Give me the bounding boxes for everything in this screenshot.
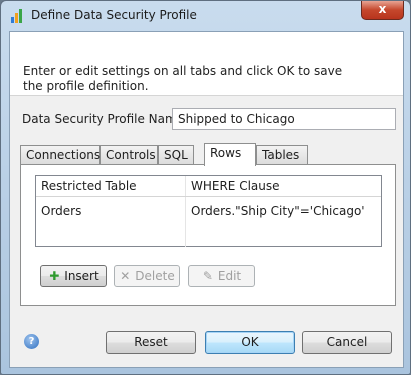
insert-label: Insert bbox=[64, 269, 99, 283]
window-title: Define Data Security Profile bbox=[31, 8, 197, 22]
help-icon[interactable]: ? bbox=[24, 334, 39, 349]
dialog-body: Enter or edit settings on all tabs and c… bbox=[9, 31, 404, 368]
close-button[interactable]: x bbox=[361, 1, 404, 20]
tab-rows[interactable]: Rows bbox=[204, 143, 256, 166]
instruction-text: Enter or edit settings on all tabs and c… bbox=[23, 64, 343, 93]
plus-icon: ✚ bbox=[49, 269, 60, 283]
edit-button[interactable]: ✎ Edit bbox=[188, 265, 255, 287]
tab-sql[interactable]: SQL bbox=[158, 145, 194, 164]
dialog-window: Define Data Security Profile x Enter or … bbox=[0, 0, 411, 375]
edit-label: Edit bbox=[217, 269, 242, 283]
insert-button[interactable]: ✚ Insert bbox=[40, 265, 107, 287]
title-bar[interactable]: Define Data Security Profile x bbox=[1, 1, 410, 31]
delete-x-icon: ✕ bbox=[120, 269, 131, 283]
table-row[interactable]: Orders Orders."Ship City"='Chicago' bbox=[36, 197, 381, 247]
instruction-banner: Enter or edit settings on all tabs and c… bbox=[10, 32, 403, 96]
reset-button[interactable]: Reset bbox=[106, 331, 196, 354]
tab-connections[interactable]: Connections bbox=[20, 145, 100, 164]
cell-where-clause[interactable]: Orders."Ship City"='Chicago' bbox=[186, 197, 381, 247]
column-header-restricted-table[interactable]: Restricted Table bbox=[36, 176, 186, 196]
tab-controls[interactable]: Controls bbox=[100, 145, 158, 164]
column-header-where-clause[interactable]: WHERE Clause bbox=[186, 176, 381, 196]
delete-button[interactable]: ✕ Delete bbox=[114, 265, 180, 287]
ok-button[interactable]: OK bbox=[205, 331, 295, 354]
grid-header: Restricted Table WHERE Clause bbox=[36, 176, 381, 197]
profile-name-label: Data Security Profile Name bbox=[22, 112, 185, 126]
cell-restricted-table[interactable]: Orders bbox=[36, 197, 186, 247]
tab-tables[interactable]: Tables bbox=[256, 145, 308, 164]
restricted-tables-grid[interactable]: Restricted Table WHERE Clause Orders Ord… bbox=[35, 175, 382, 247]
tab-strip: Connections Controls SQL Rows Tables bbox=[20, 143, 400, 166]
pencil-icon: ✎ bbox=[202, 269, 213, 283]
delete-label: Delete bbox=[135, 269, 175, 283]
cancel-button[interactable]: Cancel bbox=[302, 331, 392, 354]
rows-tab-panel: Restricted Table WHERE Clause Orders Ord… bbox=[20, 164, 396, 306]
app-logo-icon bbox=[11, 9, 22, 23]
profile-name-input[interactable]: Shipped to Chicago bbox=[172, 108, 396, 130]
